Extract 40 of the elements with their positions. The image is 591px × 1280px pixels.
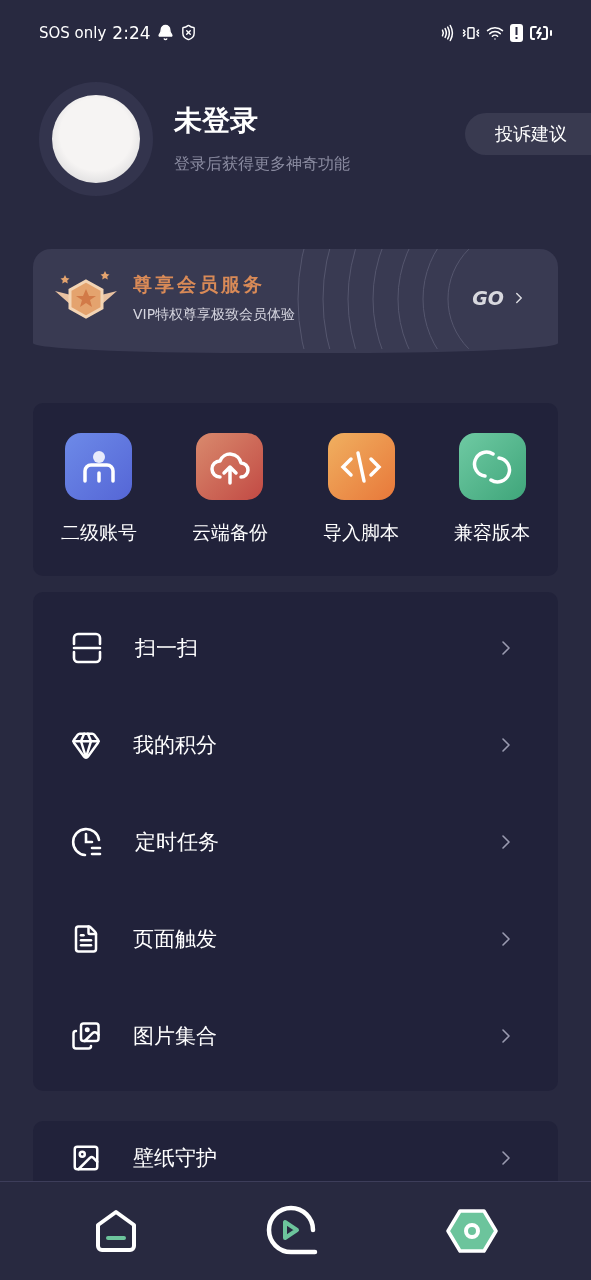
vip-banner[interactable]: 尊享会员服务 VIP特权尊享极致会员体验 GO xyxy=(33,248,558,354)
shortcut-label: 兼容版本 xyxy=(454,520,531,546)
menu-row[interactable]: 图片集合 xyxy=(33,987,558,1085)
menu-row[interactable]: 扫一扫 xyxy=(33,599,558,697)
menu-label: 页面触发 xyxy=(133,925,218,953)
shortcut-tile[interactable] xyxy=(196,433,264,501)
login-hint: 登录后获得更多神奇功能 xyxy=(174,154,351,176)
menu-row[interactable]: 壁纸守护 xyxy=(33,1128,558,1182)
alert-icon xyxy=(510,23,523,42)
shortcut-label: 二级账号 xyxy=(60,520,137,546)
go-button[interactable]: GO xyxy=(472,287,528,310)
feedback-button[interactable]: 投诉建议 xyxy=(465,112,591,155)
avatar[interactable] xyxy=(52,94,140,183)
shortcut-tile[interactable] xyxy=(65,433,133,501)
menu-label: 我的积分 xyxy=(133,731,218,759)
carrier-text: SOS only xyxy=(39,23,107,42)
menu-row[interactable]: 定时任务 xyxy=(33,793,558,891)
menu-label: 壁纸守护 xyxy=(133,1145,218,1173)
code-icon xyxy=(339,448,384,485)
nav-tab[interactable] xyxy=(445,1208,498,1255)
clock-text: 2:24 xyxy=(112,22,151,43)
bell-icon xyxy=(156,24,174,41)
user-name: 未登录 xyxy=(174,103,259,140)
menu-label: 图片集合 xyxy=(133,1022,218,1050)
picture-frame-icon xyxy=(71,1143,101,1174)
shortcut-tile[interactable] xyxy=(327,433,395,501)
menu-label: 扫一扫 xyxy=(135,634,199,662)
scan-icon xyxy=(71,631,103,664)
clock-icon xyxy=(71,825,103,858)
menu-row[interactable]: 我的积分 xyxy=(33,696,558,794)
pictures-icon xyxy=(71,1020,101,1051)
shortcut-label: 云端备份 xyxy=(191,520,268,546)
shield-icon xyxy=(179,24,197,41)
menu-label: 定时任务 xyxy=(135,828,220,856)
vip-title: 尊享会员服务 xyxy=(133,272,266,298)
shortcut-tile[interactable] xyxy=(458,433,526,501)
menu-row[interactable]: 页面触发 xyxy=(33,890,558,988)
settings-icon xyxy=(445,1208,498,1255)
shortcut-label: 导入脚本 xyxy=(323,520,400,546)
vip-subtitle: VIP特权尊享极致会员体验 xyxy=(133,306,297,325)
